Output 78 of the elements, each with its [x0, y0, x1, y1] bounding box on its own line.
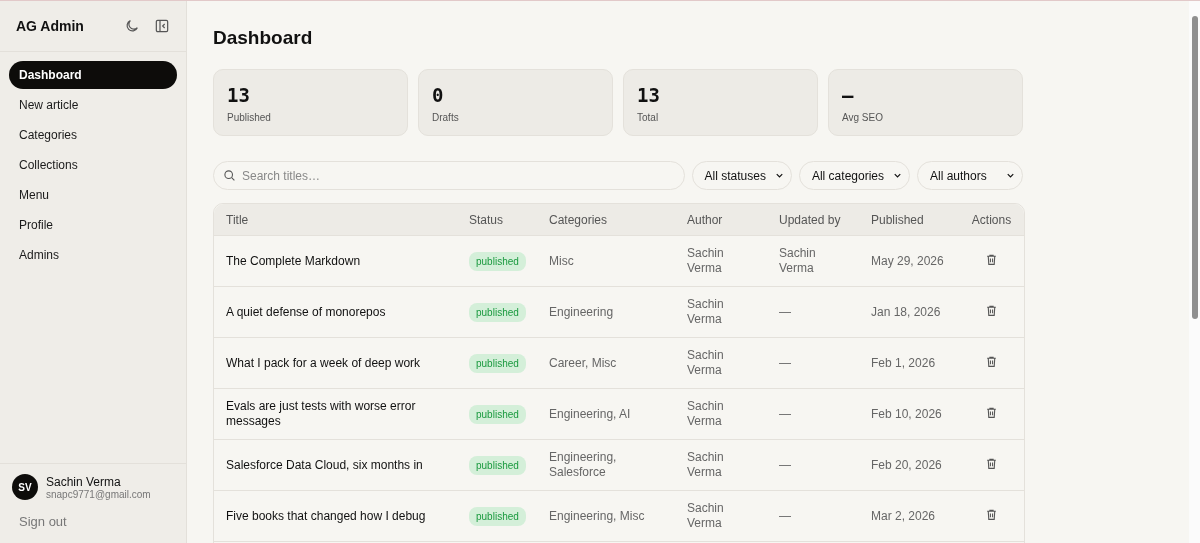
- article-title[interactable]: A quiet defense of monorepos: [214, 286, 457, 337]
- column-header: Actions: [959, 204, 1024, 235]
- trash-icon[interactable]: [985, 456, 998, 470]
- table-cell: Misc: [537, 235, 675, 286]
- stat-value: 13: [227, 84, 251, 106]
- status-badge: published: [469, 455, 526, 475]
- status-badge: published: [469, 302, 526, 322]
- sign-out-link[interactable]: Sign out: [12, 514, 174, 529]
- table-cell: Career, Misc: [537, 337, 675, 388]
- moon-icon[interactable]: [124, 18, 140, 34]
- table-cell: —: [767, 286, 859, 337]
- trash-icon[interactable]: [985, 354, 998, 368]
- trash-icon[interactable]: [985, 303, 998, 317]
- stat-label: Drafts: [432, 112, 460, 123]
- article-title[interactable]: What I pack for a week of deep work: [214, 337, 457, 388]
- table-cell: —: [767, 388, 859, 439]
- table-cell: Jan 18, 2026: [859, 286, 959, 337]
- article-title[interactable]: Evals are just tests with worse error messages: [214, 388, 457, 439]
- column-header: Status: [457, 204, 537, 235]
- table-cell: Engineering: [537, 286, 675, 337]
- article-title[interactable]: Salesforce Data Cloud, six months in: [214, 439, 457, 490]
- search-icon: [223, 169, 236, 182]
- column-header: Updated by: [767, 204, 859, 235]
- stat-label: Total: [637, 112, 660, 123]
- trash-icon[interactable]: [985, 507, 998, 521]
- trash-icon[interactable]: [985, 252, 998, 266]
- trash-icon[interactable]: [985, 405, 998, 419]
- user-avatar: SV: [12, 474, 38, 500]
- sidebar-item[interactable]: Dashboard: [9, 61, 177, 89]
- column-header: Published: [859, 204, 959, 235]
- table-cell: Feb 20, 2026: [859, 439, 959, 490]
- table-cell: —: [767, 439, 859, 490]
- article-title[interactable]: Five books that changed how I debug: [214, 490, 457, 541]
- table-cell: Sachin Verma: [675, 439, 767, 490]
- stat-label: Published: [227, 112, 272, 123]
- status-badge: published: [469, 251, 526, 271]
- scrollbar-thumb[interactable]: [1191, 16, 1198, 319]
- stat-value: 0: [432, 84, 445, 106]
- table-cell: Sachin Verma: [675, 286, 767, 337]
- user-email: snapc9771@gmail.com: [46, 488, 151, 500]
- sidebar-item[interactable]: New article: [9, 91, 177, 119]
- table-cell: Sachin Verma: [675, 235, 767, 286]
- stat-value: 13: [637, 84, 661, 106]
- stat-value: —: [842, 84, 855, 106]
- sidebar-item[interactable]: Categories: [9, 121, 177, 149]
- sidebar-item[interactable]: Profile: [9, 211, 177, 239]
- page-title: Dashboard: [213, 27, 314, 49]
- table-cell: Sachin Verma: [767, 235, 859, 286]
- sidebar-item[interactable]: Menu: [9, 181, 177, 209]
- brand-name: AG Admin: [16, 18, 85, 34]
- table-cell: Sachin Verma: [675, 337, 767, 388]
- table-cell: Engineering, Salesforce: [537, 439, 675, 490]
- status-badge: published: [469, 353, 526, 373]
- column-header: Categories: [537, 204, 675, 235]
- table-cell: Engineering, AI: [537, 388, 675, 439]
- table-cell: Engineering, Misc: [537, 490, 675, 541]
- table-cell: Feb 10, 2026: [859, 388, 959, 439]
- table-cell: May 29, 2026: [859, 235, 959, 286]
- table-cell: Feb 1, 2026: [859, 337, 959, 388]
- sidebar-item[interactable]: Admins: [9, 241, 177, 269]
- table-cell: Mar 2, 2026: [859, 490, 959, 541]
- stat-label: Avg SEO: [842, 112, 884, 123]
- article-title[interactable]: The Complete Markdown: [214, 235, 457, 286]
- column-header: Author: [675, 204, 767, 235]
- table-cell: Sachin Verma: [675, 388, 767, 439]
- user-name: Sachin Verma: [46, 474, 122, 489]
- filter-dropdown[interactable]: All categories: [798, 161, 910, 190]
- filter-dropdown[interactable]: All statuses: [691, 161, 792, 190]
- table-cell: —: [767, 337, 859, 388]
- status-badge: published: [469, 404, 526, 424]
- column-header: Title: [214, 204, 457, 235]
- table-cell: Sachin Verma: [675, 490, 767, 541]
- filter-dropdown[interactable]: All authors: [917, 161, 1023, 190]
- sidebar-toggle-icon[interactable]: [154, 18, 170, 34]
- sidebar-item[interactable]: Collections: [9, 151, 177, 179]
- status-badge: published: [469, 506, 526, 526]
- search-field[interactable]: Search titles…: [213, 161, 685, 190]
- table-cell: —: [767, 490, 859, 541]
